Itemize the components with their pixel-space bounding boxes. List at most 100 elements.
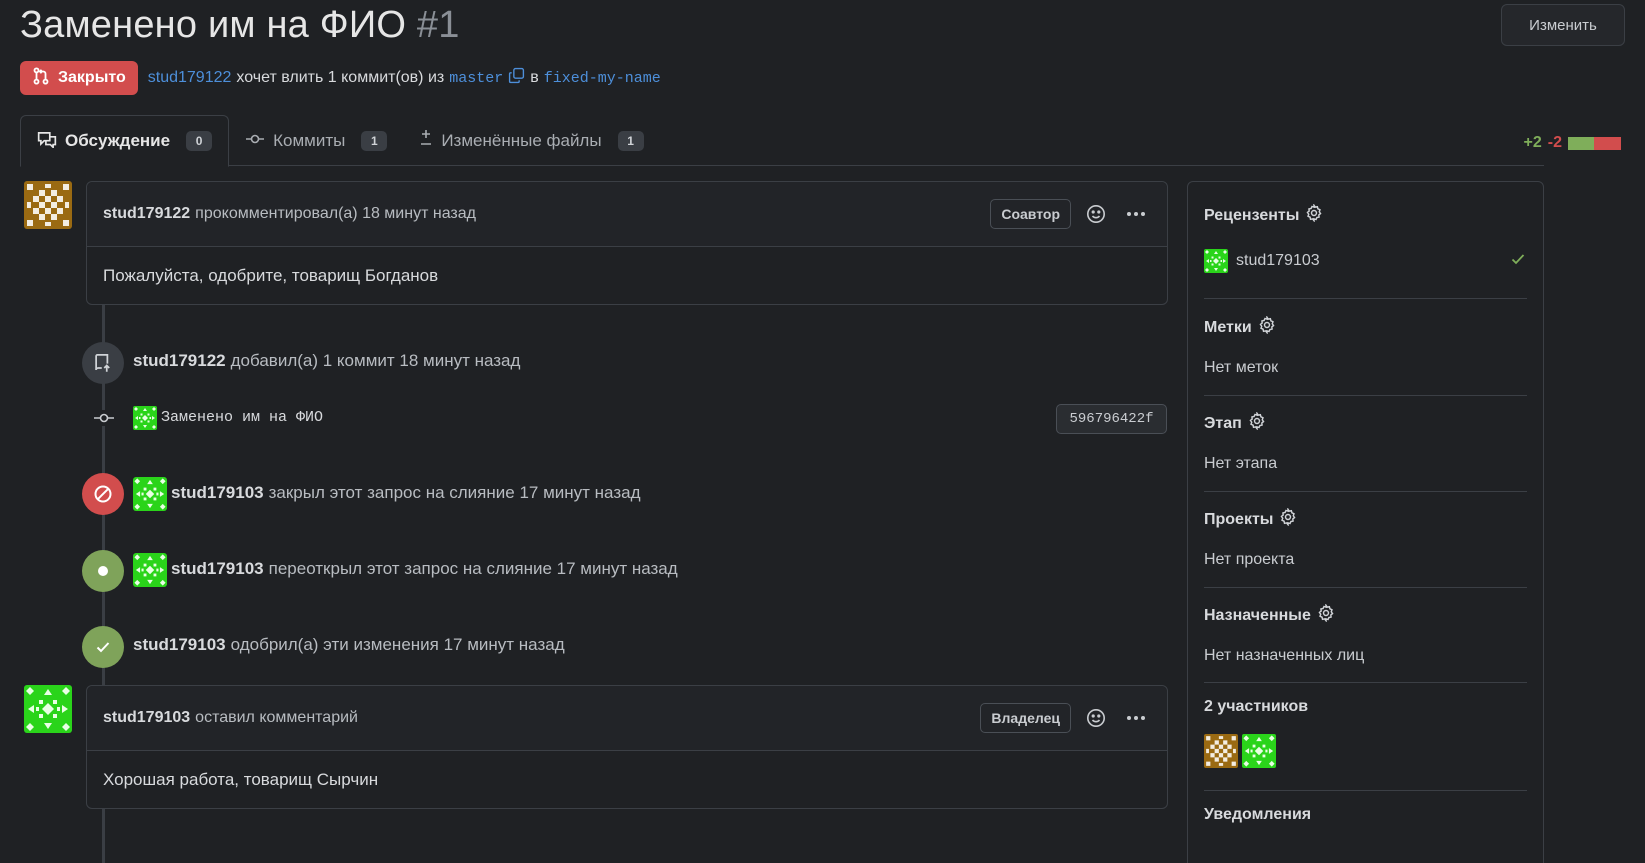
projects-title: Проекты: [1204, 510, 1274, 528]
comment-card: stud179103 оставил комментарий Владелец …: [86, 685, 1168, 809]
divider: [1204, 491, 1527, 492]
divider: [1204, 395, 1527, 396]
gear-icon[interactable]: [1248, 410, 1266, 435]
comment-timestamp[interactable]: оставил комментарий: [195, 709, 358, 727]
role-badge: Соавтор: [990, 199, 1071, 229]
check-icon: [1509, 250, 1527, 273]
target-branch-link[interactable]: fixed-my-name: [544, 70, 661, 87]
assignees-value: Нет назначенных лиц: [1204, 647, 1365, 664]
avatar[interactable]: [133, 477, 167, 511]
labels-title: Метки: [1204, 318, 1252, 336]
state-label: Закрыто: [58, 69, 126, 86]
pr-title: Заменено им на ФИО: [20, 4, 407, 46]
copy-icon[interactable]: [508, 67, 525, 89]
event-author[interactable]: stud179103: [133, 635, 226, 655]
comment-card: stud179122 прокомментировал(а) 18 минут …: [86, 181, 1168, 305]
reopened-event: stud179103 переоткрыл этот запрос на сли…: [171, 559, 678, 579]
event-author[interactable]: stud179103: [171, 483, 264, 503]
participants-section: 2 участников: [1204, 698, 1527, 768]
diff-icon: [419, 129, 433, 152]
comment-author[interactable]: stud179103: [103, 709, 190, 727]
commit-event: stud179122 добавил(а) 1 коммит 18 минут …: [133, 351, 520, 371]
deletions-count: -2: [1547, 134, 1562, 151]
smiley-icon[interactable]: [1081, 199, 1111, 229]
repo-push-icon: [82, 342, 124, 384]
edit-button[interactable]: Изменить: [1501, 4, 1625, 46]
merge-summary: stud179122 хочет влить 1 коммит(ов) из m…: [148, 67, 661, 89]
avatar[interactable]: [133, 553, 167, 587]
gear-icon[interactable]: [1258, 314, 1276, 339]
sidebar: Рецензенты stud179103 Метки Нет меток Эт…: [1187, 181, 1544, 863]
smiley-icon[interactable]: [1081, 703, 1111, 733]
additions-count: +2: [1523, 134, 1542, 151]
reviewer-item[interactable]: stud179103: [1204, 249, 1527, 273]
event-text: закрыл этот запрос на слияние 17 минут н…: [268, 483, 641, 502]
pr-meta: Закрыто stud179122 хочет влить 1 коммит(…: [20, 61, 661, 95]
comment-body: Пожалуйста, одобрите, товарищ Богданов: [103, 265, 439, 285]
assignees-title: Назначенные: [1204, 606, 1311, 624]
avatar[interactable]: [24, 181, 72, 229]
kebab-horizontal-icon[interactable]: [1121, 703, 1151, 733]
comment-timestamp[interactable]: прокомментировал(а) 18 минут назад: [195, 205, 476, 223]
into-text: в: [530, 69, 539, 86]
event-text: переоткрыл этот запрос на слияние 17 мин…: [268, 559, 678, 578]
milestone-section: Этап Нет этапа: [1204, 410, 1527, 473]
state-badge: Закрыто: [20, 61, 138, 95]
role-badge: Владелец: [980, 703, 1071, 733]
commit-message-link[interactable]: Заменено им на ФИО: [161, 409, 323, 426]
comment-author[interactable]: stud179122: [103, 205, 190, 223]
reviewers-section: Рецензенты stud179103: [1204, 202, 1527, 273]
approved-event: stud179103 одобрил(а) эти изменения 17 м…: [133, 635, 565, 655]
event-author[interactable]: stud179122: [133, 351, 226, 371]
diffstat: +2 -2: [1524, 134, 1621, 152]
diffstat-bar: [1568, 136, 1621, 150]
assignees-section: Назначенные Нет назначенных лиц: [1204, 602, 1527, 665]
tab-conversation[interactable]: Обсуждение 0: [20, 115, 230, 167]
closed-event: stud179103 закрыл этот запрос на слияние…: [171, 483, 640, 503]
event-text: добавил(а) 1 коммит 18 минут назад: [230, 351, 521, 370]
avatar[interactable]: [133, 406, 157, 430]
participants-title: 2 участников: [1204, 698, 1309, 715]
gear-icon[interactable]: [1279, 506, 1297, 531]
tab-files-label: Изменённые файлы: [441, 130, 602, 150]
divider: [1204, 790, 1527, 791]
tab-commits[interactable]: Коммиты 1: [229, 115, 403, 166]
avatar[interactable]: [1242, 734, 1276, 768]
labels-section: Метки Нет меток: [1204, 314, 1527, 377]
source-branch-link[interactable]: master: [449, 70, 503, 87]
milestone-title: Этап: [1204, 414, 1242, 432]
tab-commits-count: 1: [361, 130, 388, 151]
divider: [1204, 587, 1527, 588]
divider: [1204, 298, 1527, 299]
circle-slash-icon: [82, 473, 124, 515]
avatar[interactable]: [24, 685, 72, 733]
pull-request-icon: [32, 66, 50, 90]
tab-conversation-count: 0: [186, 131, 213, 151]
page-title: Заменено им на ФИО #1: [20, 4, 1625, 47]
pr-number: #1: [416, 4, 460, 46]
gear-icon[interactable]: [1305, 202, 1323, 227]
timeline-line-lower: [102, 808, 105, 863]
milestone-value: Нет этапа: [1204, 455, 1278, 472]
labels-value: Нет меток: [1204, 359, 1279, 376]
gear-icon[interactable]: [1317, 602, 1335, 627]
event-author[interactable]: stud179103: [171, 559, 264, 579]
event-text: одобрил(а) эти изменения 17 минут назад: [230, 635, 565, 654]
pr-tabs: Обсуждение 0 Коммиты 1 Изменённые файлы …: [20, 115, 1544, 167]
reviewer-name[interactable]: stud179103: [1236, 252, 1320, 270]
comment-discussion-icon: [37, 130, 57, 153]
divider: [1204, 682, 1527, 683]
avatar[interactable]: [1204, 734, 1238, 768]
participants-list: [1204, 734, 1527, 768]
tab-files-changed[interactable]: Изменённые файлы 1: [403, 115, 659, 166]
notifications-section: Уведомления: [1204, 806, 1527, 824]
reviewers-title: Рецензенты: [1204, 206, 1300, 224]
author-link[interactable]: stud179122: [148, 69, 232, 87]
commit-sha-button[interactable]: 596796422f: [1056, 404, 1167, 434]
git-commit-icon: [92, 410, 116, 426]
merge-summary-text: хочет влить 1 коммит(ов) из: [236, 69, 445, 86]
git-commit-icon: [245, 131, 265, 151]
kebab-horizontal-icon[interactable]: [1121, 199, 1151, 229]
comment-header: stud179103 оставил комментарий Владелец: [87, 686, 1167, 751]
avatar: [1204, 249, 1228, 273]
